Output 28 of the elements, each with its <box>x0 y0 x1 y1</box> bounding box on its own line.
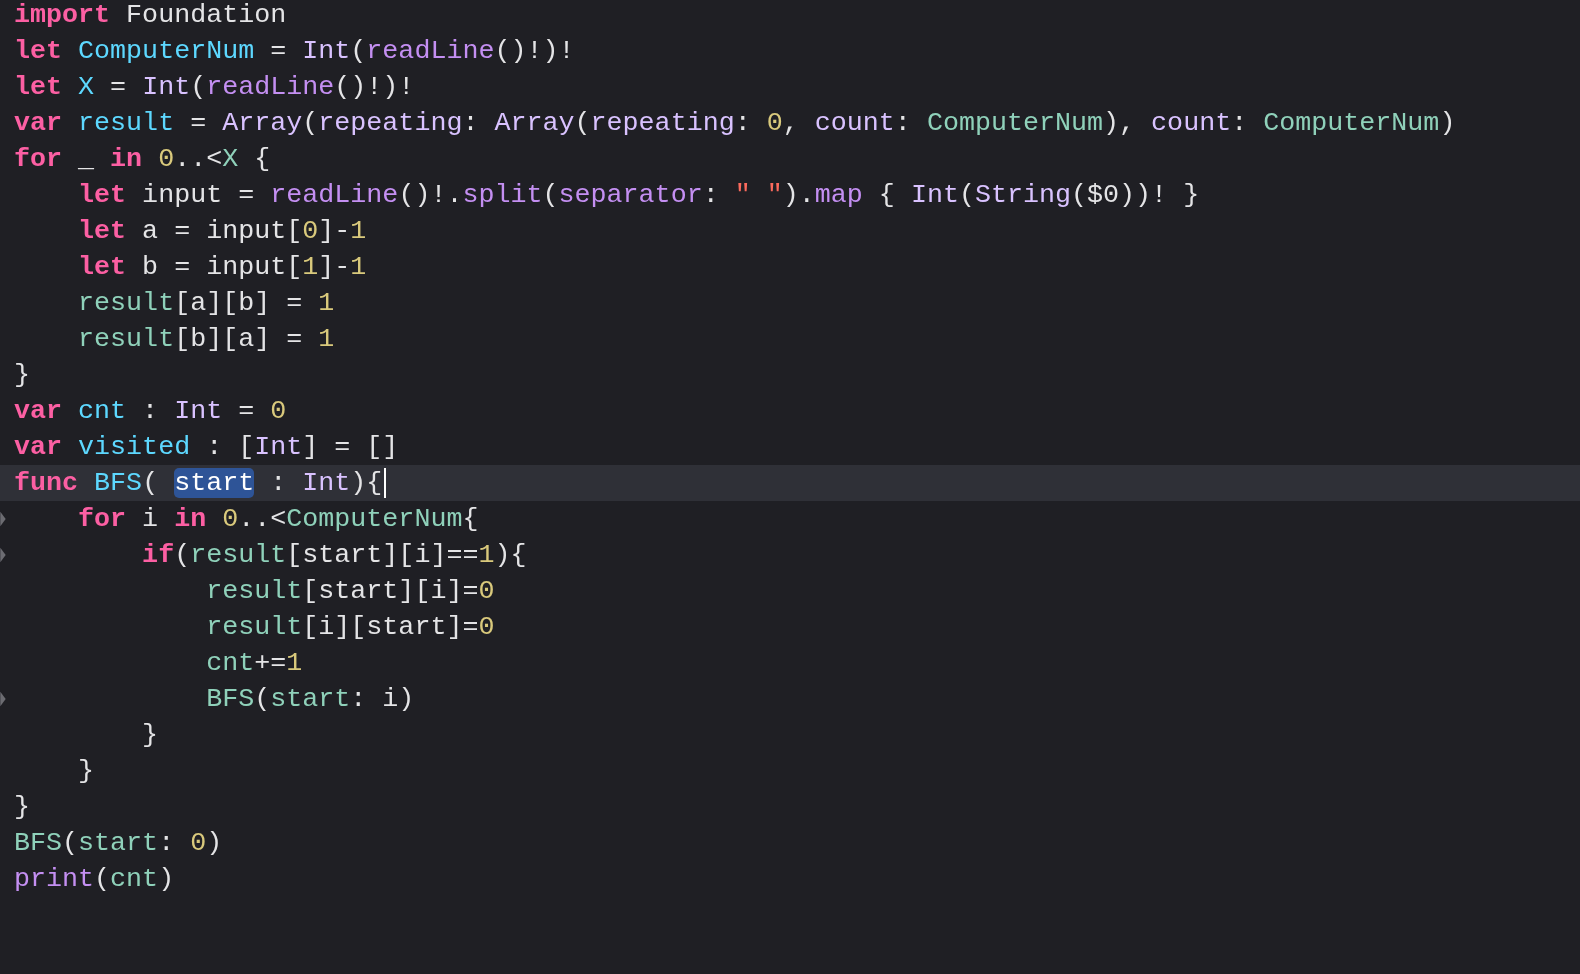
code-line: func BFS( start : Int){ <box>14 465 387 501</box>
code-line: BFS(start: i) <box>205 683 415 716</box>
code-line: let a = input[0]-1 <box>77 215 367 248</box>
code-line: for _ in 0..<X { <box>14 143 271 176</box>
code-line: var cnt : Int = 0 <box>14 395 287 428</box>
code-line: for i in 0..<ComputerNum{ <box>77 503 479 536</box>
code-line: } <box>77 755 95 788</box>
code-line: } <box>14 359 30 392</box>
chevron-icon[interactable] <box>0 690 6 708</box>
code-line: var visited : [Int] = [] <box>14 431 399 464</box>
code-line: let input = readLine()!.split(separator: " ").map { Int(String($0))! } <box>77 179 1200 212</box>
code-line: if(result[start][i]==1){ <box>141 539 527 572</box>
code-line: import Foundation <box>14 0 287 32</box>
code-line: result[i][start]=0 <box>205 611 495 644</box>
code-line: result[a][b] = 1 <box>77 287 335 320</box>
code-line: let X = Int(readLine()!)! <box>14 71 415 104</box>
code-line: cnt+=1 <box>205 647 303 680</box>
code-line: BFS(start: 0) <box>14 827 223 860</box>
chevron-icon[interactable] <box>0 546 6 564</box>
code-line: } <box>14 791 30 824</box>
chevron-icon[interactable] <box>0 510 6 528</box>
code-line: var result = Array(repeating: Array(repeating: 0, count: ComputerNum), count: ComputerNum) <box>14 107 1456 140</box>
code-line: result[b][a] = 1 <box>77 323 335 356</box>
code-line: } <box>141 719 159 752</box>
code-line: result[start][i]=0 <box>205 575 495 608</box>
code-line: print(cnt) <box>14 863 175 896</box>
code-line: let ComputerNum = Int(readLine()!)! <box>14 35 575 68</box>
code-line: let b = input[1]-1 <box>77 251 367 284</box>
